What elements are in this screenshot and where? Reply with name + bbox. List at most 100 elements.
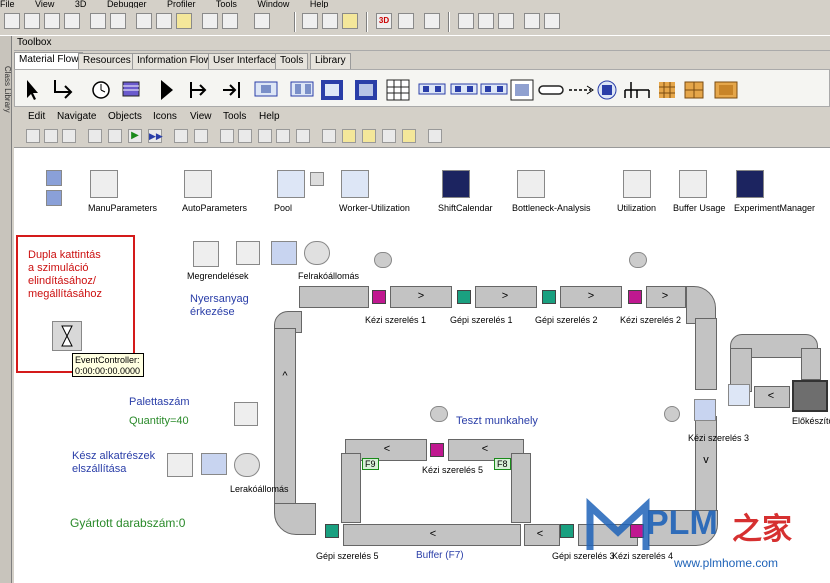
brush-icon[interactable]: [194, 129, 208, 143]
frame-menu-icons[interactable]: Icons: [153, 108, 177, 126]
debug-icon[interactable]: [322, 13, 338, 29]
pen-icon[interactable]: [296, 129, 310, 143]
open-folder-icon[interactable]: [44, 13, 60, 29]
track-icon[interactable]: [569, 85, 594, 95]
table-icon[interactable]: [222, 13, 238, 29]
frame-icon[interactable]: [122, 81, 140, 97]
menu-3d[interactable]: 3D: [75, 0, 87, 8]
model-icon[interactable]: [342, 13, 358, 29]
test-left-vertical[interactable]: [341, 453, 361, 523]
store-icon[interactable]: [386, 79, 410, 101]
menu-window[interactable]: Window: [257, 0, 289, 8]
elokeszito-station[interactable]: [792, 380, 828, 412]
print-icon[interactable]: [276, 129, 290, 143]
source-object-icon[interactable]: [236, 241, 260, 265]
frame-menu-tools[interactable]: Tools: [223, 108, 246, 126]
menu-tools[interactable]: Tools: [216, 0, 237, 8]
pool-icon[interactable]: [277, 170, 305, 198]
test-right-vertical[interactable]: [511, 453, 531, 523]
orders-table-icon[interactable]: [193, 241, 219, 267]
frame-menu-objects[interactable]: Objects: [108, 108, 142, 126]
reset-icon[interactable]: [88, 129, 102, 143]
tab-library[interactable]: Library: [310, 53, 351, 69]
unloading-station-icon[interactable]: [201, 453, 227, 475]
navigate-icon[interactable]: [26, 129, 40, 143]
gepi-szereles-2-station[interactable]: [542, 290, 556, 304]
tools-icon[interactable]: [402, 129, 416, 143]
model-canvas[interactable]: ManuParameters AutoParameters Pool Worke…: [14, 148, 830, 583]
start-icon[interactable]: ▶: [128, 129, 142, 143]
tab-tools[interactable]: Tools: [275, 53, 309, 69]
clock-icon[interactable]: [302, 13, 318, 29]
frame-menu-view[interactable]: View: [190, 108, 212, 126]
method-icon-1[interactable]: [46, 170, 62, 186]
save-all-icon[interactable]: [90, 13, 106, 29]
tab-resources[interactable]: Resources: [78, 53, 136, 69]
comment-icon[interactable]: [362, 129, 376, 143]
window-icon[interactable]: [110, 13, 126, 29]
cycle-icon[interactable]: [418, 83, 446, 95]
conveyor-corner-bl[interactable]: [274, 503, 316, 535]
buffer-icon[interactable]: [480, 83, 508, 95]
panel-icon[interactable]: [544, 13, 560, 29]
help-icon-2[interactable]: [428, 129, 442, 143]
connector-icon[interactable]: [54, 80, 73, 99]
grid-dots-icon[interactable]: [382, 129, 396, 143]
save-icon[interactable]: [64, 13, 80, 29]
prep-singleproc-icon[interactable]: [728, 384, 750, 406]
kezi-szereles-3-station[interactable]: [694, 399, 716, 421]
grid-icon[interactable]: [202, 13, 218, 29]
fast-forward-icon[interactable]: ▶▶: [148, 129, 163, 143]
conveyor-right-upper[interactable]: [695, 318, 717, 390]
manu-parameters-icon[interactable]: [90, 170, 118, 198]
up-icon[interactable]: [44, 129, 58, 143]
interface-icon[interactable]: [161, 80, 173, 100]
buffer-usage-icon[interactable]: [679, 170, 707, 198]
dismantle-icon[interactable]: [355, 80, 377, 100]
menu-profiler[interactable]: Profiler: [167, 0, 196, 8]
shift-calendar-icon[interactable]: [442, 170, 470, 198]
source-icon[interactable]: [190, 82, 207, 98]
class-library-sidebar[interactable]: Class Library: [0, 36, 12, 583]
menu-view[interactable]: View: [35, 0, 54, 8]
frame-menu-help[interactable]: Help: [259, 108, 280, 126]
menu-help[interactable]: Help: [310, 0, 329, 8]
tab-material-flow[interactable]: Material Flow: [14, 52, 84, 69]
delete-icon[interactable]: [174, 129, 188, 143]
new-icon[interactable]: [4, 13, 20, 29]
zoom-out-icon[interactable]: [238, 129, 252, 143]
kezi-szereles-2-station[interactable]: [628, 290, 642, 304]
grid-orange2-icon[interactable]: [684, 81, 704, 99]
gepi-szereles-1-station[interactable]: [457, 290, 471, 304]
singleproc-icon[interactable]: [254, 81, 278, 97]
conveyor-top-1[interactable]: [299, 286, 369, 308]
grid-orange-icon[interactable]: [659, 82, 675, 98]
tile-icon[interactable]: [156, 13, 172, 29]
trace-icon[interactable]: [498, 13, 514, 29]
menu-debugger[interactable]: Debugger: [107, 0, 147, 8]
loading-station-icon[interactable]: [271, 241, 297, 265]
connect-icon[interactable]: [342, 129, 356, 143]
gepi-szereles-5-station[interactable]: [325, 524, 339, 538]
pallet-source-icon[interactable]: [234, 402, 258, 426]
drain-object-icon[interactable]: [167, 453, 193, 477]
frame-menu-navigate[interactable]: Navigate: [57, 108, 96, 126]
worker-utilization-icon[interactable]: [341, 170, 369, 198]
tree-icon[interactable]: [458, 13, 474, 29]
pointer-icon[interactable]: [27, 80, 38, 100]
worker-icon[interactable]: [310, 172, 324, 186]
tab-information-flow[interactable]: Information Flow: [132, 53, 216, 69]
utilization-icon[interactable]: [623, 170, 651, 198]
zoom-in-icon[interactable]: [220, 129, 234, 143]
line-icon[interactable]: [538, 85, 564, 95]
layout-icon[interactable]: [136, 13, 152, 29]
sorter-icon[interactable]: [510, 79, 534, 101]
open-icon[interactable]: [24, 13, 40, 29]
auto-parameters-icon[interactable]: [184, 170, 212, 198]
folder-icon[interactable]: [176, 13, 192, 29]
export-icon[interactable]: [424, 13, 440, 29]
kezi-szereles-1-station[interactable]: [372, 290, 386, 304]
bottleneck-analysis-icon[interactable]: [517, 170, 545, 198]
menu-file[interactable]: File: [0, 0, 15, 8]
parallelproc-icon[interactable]: [290, 81, 314, 97]
